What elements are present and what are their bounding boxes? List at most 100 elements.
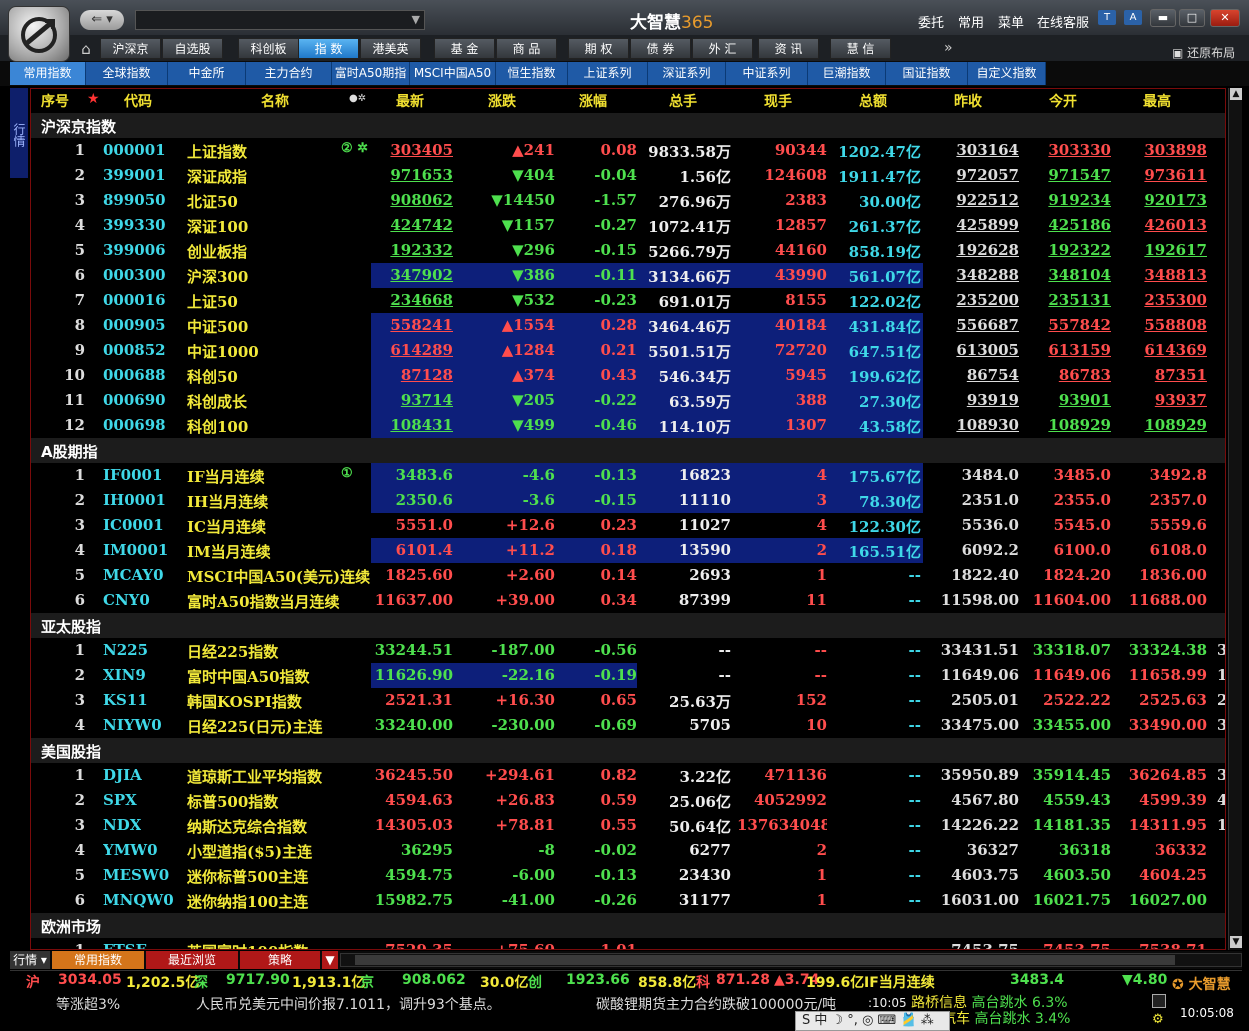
section-header[interactable]: 欧洲市场: [31, 913, 1225, 938]
settings-icon[interactable]: ⚙: [1152, 1012, 1164, 1027]
col-high[interactable]: 最高: [1143, 91, 1171, 111]
tab-main-7[interactable]: 期 权: [568, 38, 629, 59]
col-prev[interactable]: 昨收: [954, 91, 982, 111]
col-last[interactable]: 最新: [396, 91, 424, 111]
table-row[interactable]: 5 MESW0 迷你标普500主连 4594.75 -6.00 -0.13 23430 1 --…: [31, 863, 1225, 888]
scroll-down-icon[interactable]: ▼: [1230, 936, 1242, 948]
ime-toolbar[interactable]: S 中 ☽ °, ◎ ⌨ 🎽 ⁂: [795, 1011, 950, 1031]
tab-sub-5[interactable]: MSCI中国A50: [410, 62, 496, 85]
home-icon[interactable]: ⌂: [75, 40, 97, 58]
bottom-tab-strategy[interactable]: 策略: [240, 951, 320, 969]
tab-main-9[interactable]: 外 汇: [692, 38, 753, 59]
menu-online-service[interactable]: 在线客服: [1037, 12, 1089, 31]
col-star[interactable]: ★: [87, 91, 100, 107]
table-row[interactable]: 8 000905 中证500 558241 ▲1554 0.28 3464.46万 40184…: [31, 313, 1225, 338]
tab-main-10[interactable]: 资 讯: [758, 38, 819, 59]
col-name[interactable]: 名称: [261, 91, 289, 111]
tab-sub-3[interactable]: 主力合约: [246, 62, 332, 85]
table-row[interactable]: 1 000001 上证指数 ② ✲ 303405 ▲241 0.08 9833.58万 9034…: [31, 138, 1225, 163]
menu-main[interactable]: 菜单: [998, 12, 1024, 31]
minimize-button[interactable]: ▬: [1150, 9, 1176, 27]
brand-logo[interactable]: ✪ 大智慧: [1172, 974, 1242, 994]
tab-main-5[interactable]: 基 金: [434, 38, 495, 59]
pin-icon[interactable]: T: [1098, 10, 1116, 25]
ticker-cy-label[interactable]: 创: [528, 972, 542, 992]
bottom-tab-recent[interactable]: 最近浏览: [146, 951, 238, 969]
table-row[interactable]: 9 000852 中证1000 614289 ▲1284 0.21 5501.51万 7272…: [31, 338, 1225, 363]
side-tab-quotes[interactable]: 行情: [10, 88, 28, 178]
bottom-tab-common-index[interactable]: 常用指数: [52, 951, 144, 969]
horizontal-scrollbar[interactable]: [340, 953, 1242, 967]
section-header[interactable]: 美国股指: [31, 738, 1225, 763]
table-row[interactable]: 4 399330 深证100 424742 ▼1157 -0.27 1072.41万 1285…: [31, 213, 1225, 238]
bottom-tab-quotes[interactable]: 行情 ▾: [10, 951, 50, 969]
tab-sub-8[interactable]: 深证系列: [648, 62, 726, 85]
more-tabs-icon[interactable]: »: [944, 40, 953, 56]
table-row[interactable]: 1 FTSE 英国富时100指数 7529.35 +75.60 1.01 7453.75 74…: [31, 938, 1225, 949]
alert-row-2[interactable]: 汽车 高台跳水 3.4%: [942, 1008, 1070, 1028]
table-row[interactable]: 4 YMW0 小型道指($5)主连 36295 -8 -0.02 6277 2 -- 36327 3…: [31, 838, 1225, 863]
col-vol[interactable]: 总手: [669, 91, 697, 111]
table-row[interactable]: 11 000690 科创成长 93714 ▼205 -0.22 63.59万 388 27.30…: [31, 388, 1225, 413]
col-pct[interactable]: 涨幅: [579, 91, 607, 111]
col-amt[interactable]: 总额: [859, 91, 887, 111]
news-item-1[interactable]: 等涨超3%: [56, 994, 120, 1014]
table-row[interactable]: 3 IC0001 IC当月连续 5551.0 +12.6 0.23 11027 4 122.30…: [31, 513, 1225, 538]
restore-layout-button[interactable]: ▣ 还原布局: [1172, 44, 1235, 61]
tab-sub-10[interactable]: 巨潮指数: [808, 62, 886, 85]
tab-sub-4[interactable]: 富时A50期指: [332, 62, 410, 85]
col-mark[interactable]: ●✲: [349, 93, 366, 104]
col-seq[interactable]: 序号: [41, 91, 69, 111]
section-header[interactable]: 沪深京指数: [31, 113, 1225, 138]
tab-sub-1[interactable]: 全球指数: [86, 62, 168, 85]
nav-back-button[interactable]: ⇐ ▾: [80, 10, 124, 30]
tab-sub-2[interactable]: 中金所: [168, 62, 246, 85]
tab-sub-0[interactable]: 常用指数: [10, 62, 86, 85]
ticker-sz-label[interactable]: 深: [194, 972, 208, 992]
app-logo[interactable]: [8, 6, 70, 62]
col-code[interactable]: 代码: [124, 91, 152, 111]
menu-trade[interactable]: 委托: [918, 12, 944, 31]
table-row[interactable]: 5 MCAY0 MSCI中国A50(美元)连续 1825.60 +2.60 0.14 269…: [31, 563, 1225, 588]
col-cur[interactable]: 现手: [764, 91, 792, 111]
table-row[interactable]: 6 MNQW0 迷你纳指100主连 15982.75 -41.00 -0.26 31177 1…: [31, 888, 1225, 913]
col-open[interactable]: 今开: [1049, 91, 1077, 111]
tab-main-1[interactable]: 自选股: [162, 38, 223, 59]
menu-common[interactable]: 常用: [958, 12, 984, 31]
tab-main-8[interactable]: 债 券: [630, 38, 691, 59]
table-row[interactable]: 5 399006 创业板指 192332 ▼296 -0.15 5266.79万 44160 8…: [31, 238, 1225, 263]
table-row[interactable]: 4 NIYW0 日经225(日元)主连 33240.00 -230.00 -0.69 570…: [31, 713, 1225, 738]
address-combobox[interactable]: ▼: [135, 10, 425, 30]
news-item-2[interactable]: 人民币兑美元中间价报7.1011，调升93个基点。: [196, 994, 501, 1014]
tab-sub-6[interactable]: 恒生指数: [496, 62, 568, 85]
table-row[interactable]: 7 000016 上证50 234668 ▼532 -0.23 691.01万 8155 122…: [31, 288, 1225, 313]
table-row[interactable]: 2 399001 深证成指 971653 ▼404 -0.04 1.56亿 124608 191…: [31, 163, 1225, 188]
table-row[interactable]: 10 000688 科创50 87128 ▲374 0.43 546.34万 5945 199.…: [31, 363, 1225, 388]
tab-main-0[interactable]: 沪深京: [100, 38, 161, 59]
section-header[interactable]: 亚太股指: [31, 613, 1225, 638]
tab-main-6[interactable]: 商 品: [496, 38, 557, 59]
section-header[interactable]: A股期指: [31, 438, 1225, 463]
table-row[interactable]: 2 XIN9 富时中国A50指数 11626.90 -22.16 -0.19 -- -- -- 1…: [31, 663, 1225, 688]
tab-main-2[interactable]: 科创板: [238, 38, 299, 59]
table-row[interactable]: 6 000300 沪深300 347902 ▼386 -0.11 3134.66万 43990…: [31, 263, 1225, 288]
skin-icon[interactable]: A: [1124, 10, 1142, 25]
table-row[interactable]: 3 KS11 韩国KOSPI指数 2521.31 +16.30 0.65 25.63万 152…: [31, 688, 1225, 713]
tab-main-3[interactable]: 指 数: [298, 38, 359, 59]
ticker-if-label[interactable]: IF当月连续: [864, 972, 935, 992]
close-button[interactable]: ✕: [1210, 9, 1240, 27]
tab-main-4[interactable]: 港美英: [360, 38, 421, 59]
checkbox-icon[interactable]: [1152, 994, 1166, 1008]
table-row[interactable]: 3 899050 北证50 908062 ▼14450 -1.57 276.96万 2383 3…: [31, 188, 1225, 213]
table-row[interactable]: 4 IM0001 IM当月连续 6101.4 +11.2 0.18 13590 2 165.51…: [31, 538, 1225, 563]
table-row[interactable]: 2 IH0001 IH当月连续 2350.6 -3.6 -0.15 11110 3 78.30亿…: [31, 488, 1225, 513]
tab-sub-7[interactable]: 上证系列: [568, 62, 648, 85]
tab-sub-11[interactable]: 国证指数: [886, 62, 968, 85]
ticker-sh-label[interactable]: 沪: [26, 972, 40, 992]
ticker-kc-label[interactable]: 科: [696, 972, 710, 992]
tab-main-11[interactable]: 慧 信: [830, 38, 891, 59]
table-row[interactable]: 1 IF0001 IF当月连续 ① 3483.6 -4.6 -0.13 16823 4 175.6…: [31, 463, 1225, 488]
table-row[interactable]: 1 N225 日经225指数 33244.51 -187.00 -0.56 -- -- -- 33…: [31, 638, 1225, 663]
table-row[interactable]: 1 DJIA 道琼斯工业平均指数 36245.50 +294.61 0.82 3.22亿 47…: [31, 763, 1225, 788]
table-row[interactable]: 3 NDX 纳斯达克综合指数 14305.03 +78.81 0.55 50.64亿 1376…: [31, 813, 1225, 838]
